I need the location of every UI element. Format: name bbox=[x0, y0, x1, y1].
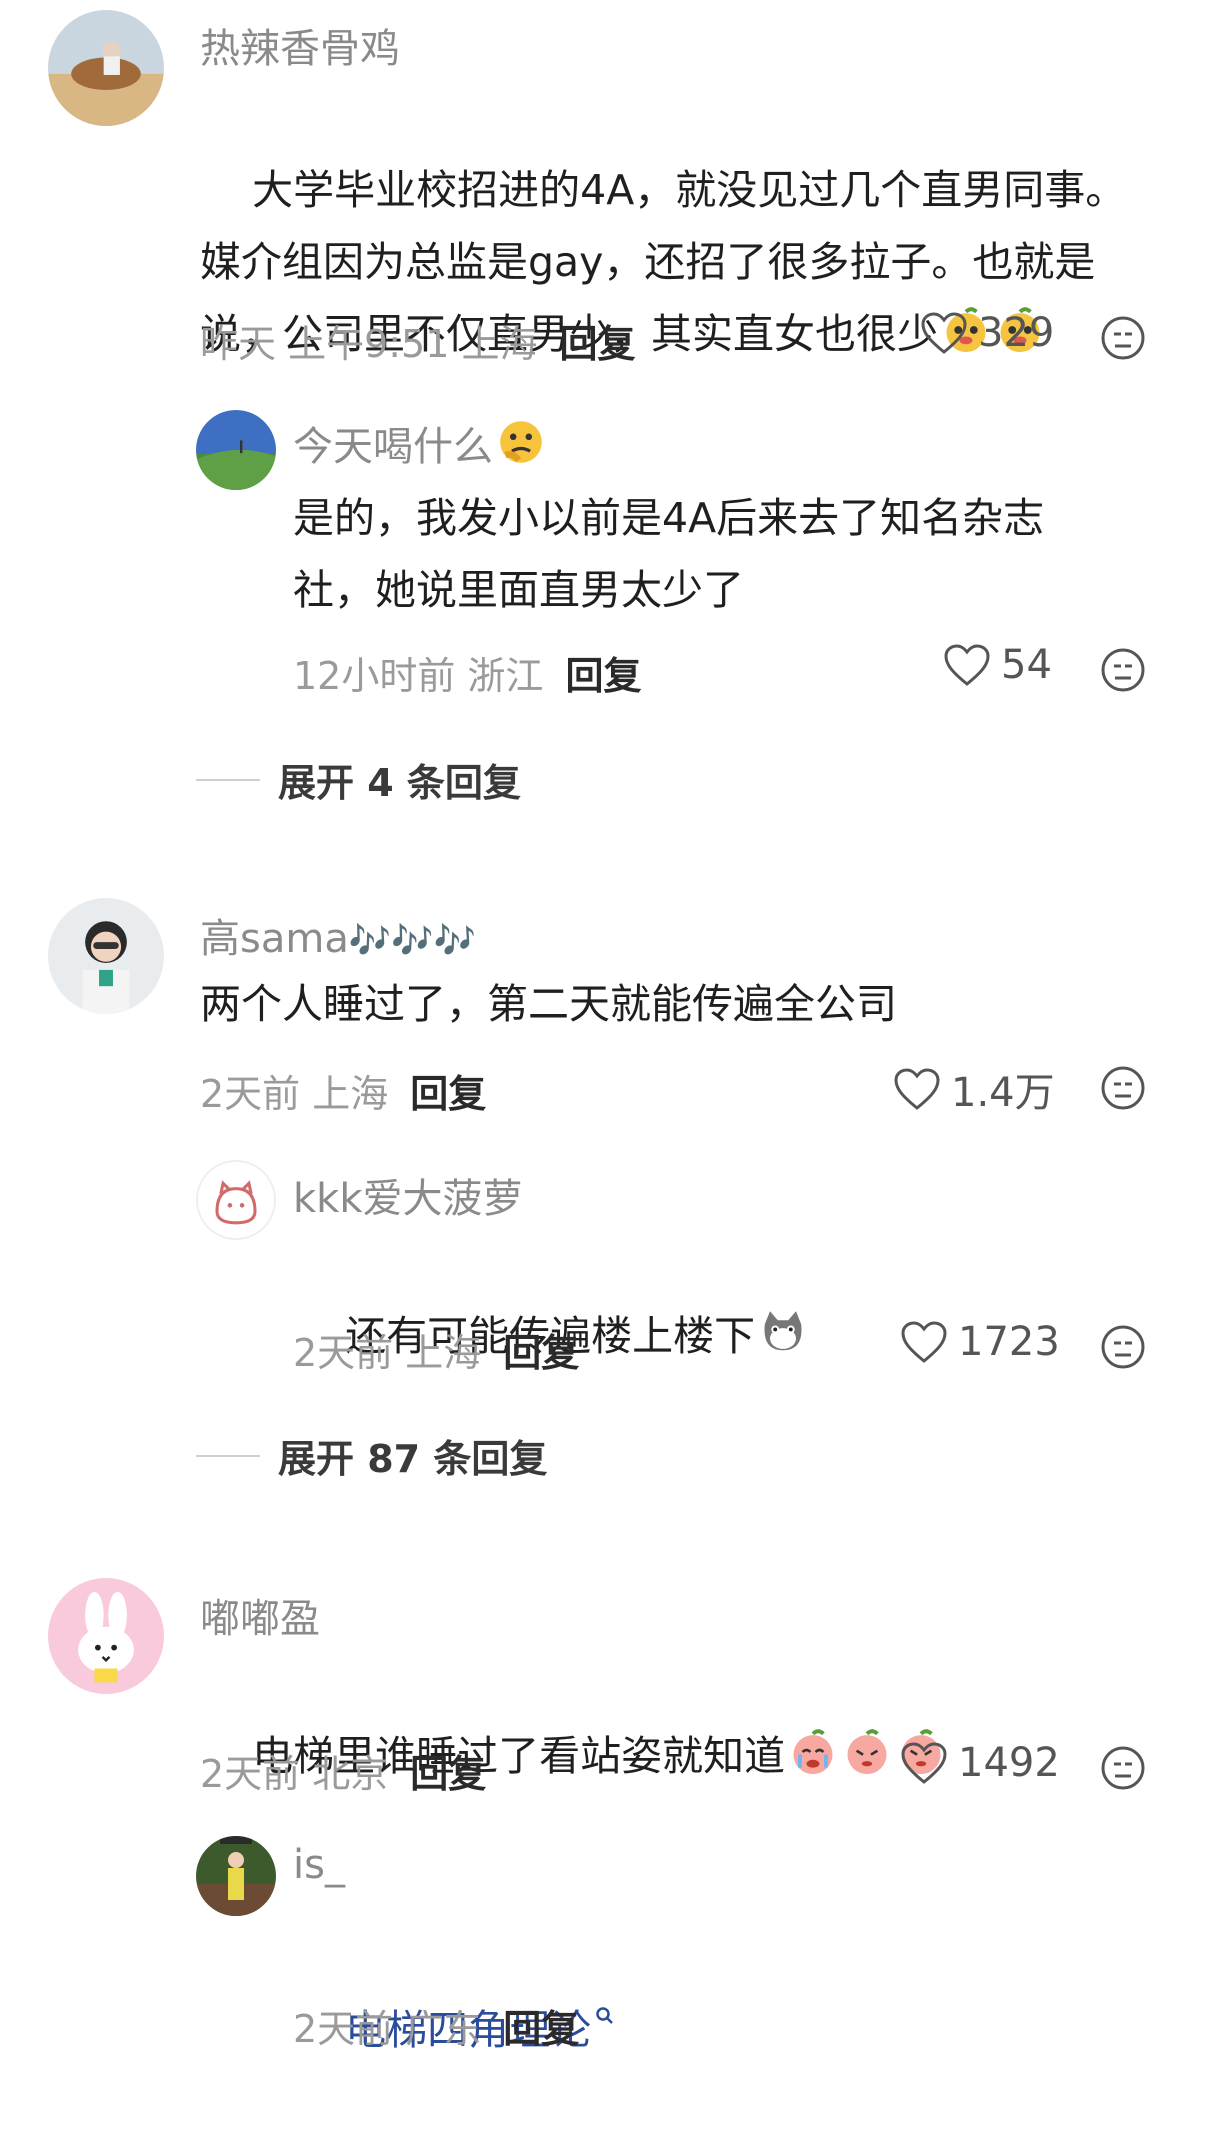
avatar[interactable] bbox=[48, 898, 164, 1014]
emoji-cat-icon bbox=[755, 1311, 809, 1360]
avatar[interactable] bbox=[48, 10, 164, 126]
avatar[interactable] bbox=[196, 1160, 276, 1240]
like-button[interactable]: 54 bbox=[943, 642, 1052, 688]
like-count: 1492 bbox=[958, 1740, 1060, 1786]
expand-replies-button[interactable]: 展开 4 条回复 bbox=[196, 752, 521, 807]
reply-button[interactable]: 回复 bbox=[503, 1331, 579, 1375]
meh-face-icon[interactable] bbox=[1100, 1065, 1146, 1111]
comment-text: 大学毕业校招进的4A，就没见过几个直男同事。 媒介组因为总监是gay，还招了很多… bbox=[200, 82, 1180, 442]
reply-author-name: 今天喝什么 bbox=[293, 424, 493, 470]
comment-time: 2天前 北京 bbox=[200, 1752, 389, 1796]
reply-meta: 2天前 广东 回复 bbox=[293, 1998, 579, 2053]
expand-replies-label: 展开 4 条回复 bbox=[278, 761, 521, 805]
divider-line bbox=[196, 778, 260, 781]
emoji-thinking-icon bbox=[493, 421, 547, 470]
meh-face-icon[interactable] bbox=[1100, 1745, 1146, 1791]
avatar[interactable] bbox=[48, 1578, 164, 1694]
reply-time: 2天前 广东 bbox=[293, 2007, 482, 2051]
comment-author[interactable]: 高sama🎶🎶🎶 bbox=[200, 906, 476, 964]
reply-author[interactable]: 今天喝什么 bbox=[293, 414, 547, 472]
comment-author[interactable]: 嘟嘟盈 bbox=[200, 1586, 320, 1644]
reply-meta: 12小时前 浙江 回复 bbox=[293, 645, 641, 700]
reply-meta: 2天前 上海 回复 bbox=[293, 1322, 579, 1377]
comment-meta: 2天前 上海 回复 bbox=[200, 1063, 486, 1118]
expand-replies-label: 展开 87 条回复 bbox=[278, 1437, 548, 1481]
divider-line bbox=[196, 1454, 260, 1457]
like-button[interactable]: 1723 bbox=[900, 1319, 1060, 1365]
comment-text: 两个人睡过了，第二天就能传遍全公司 bbox=[200, 980, 897, 1028]
music-notes-icon: 🎶🎶🎶 bbox=[348, 921, 476, 961]
reply-time: 2天前 上海 bbox=[293, 1331, 482, 1375]
comment-time: 昨天 上午9:51 上海 bbox=[200, 322, 538, 366]
search-icon[interactable] bbox=[595, 1976, 615, 2048]
like-button[interactable]: 1.4万 bbox=[893, 1060, 1055, 1118]
reply-time: 12小时前 浙江 bbox=[293, 654, 544, 698]
heart-outline-icon bbox=[894, 1068, 940, 1110]
meh-face-icon[interactable] bbox=[1100, 315, 1146, 361]
like-count: 329 bbox=[978, 310, 1055, 356]
reply-button[interactable]: 回复 bbox=[565, 654, 641, 698]
heart-outline-icon bbox=[901, 1742, 947, 1784]
comment-author-name: 高sama bbox=[200, 916, 349, 962]
like-count: 1.4万 bbox=[951, 1070, 1055, 1116]
reply-text: 是的，我发小以前是4A后来去了知名杂志 社，她说里面直男太少了 bbox=[293, 494, 1045, 614]
reply-button[interactable]: 回复 bbox=[560, 322, 636, 366]
like-count: 54 bbox=[1001, 642, 1052, 688]
meh-face-icon[interactable] bbox=[1100, 1324, 1146, 1370]
comment-author[interactable]: 热辣香骨鸡 bbox=[200, 16, 400, 74]
reply-author[interactable]: kkk爱大菠萝 bbox=[293, 1166, 523, 1224]
expand-replies-button[interactable]: 展开 87 条回复 bbox=[196, 1428, 547, 1483]
like-button[interactable]: 1492 bbox=[900, 1740, 1060, 1786]
reply-author[interactable]: is_ bbox=[293, 1842, 345, 1888]
avatar[interactable] bbox=[196, 410, 276, 490]
heart-outline-icon bbox=[921, 312, 967, 354]
comment-meta: 昨天 上午9:51 上海 回复 bbox=[200, 313, 636, 368]
comment-meta: 2天前 北京 回复 bbox=[200, 1743, 486, 1798]
heart-outline-icon bbox=[901, 1321, 947, 1363]
reply-button[interactable]: 回复 bbox=[410, 1072, 486, 1116]
like-count: 1723 bbox=[958, 1319, 1060, 1365]
reply-button[interactable]: 回复 bbox=[503, 2007, 579, 2051]
like-button[interactable]: 329 bbox=[920, 310, 1054, 356]
comment-time: 2天前 上海 bbox=[200, 1072, 389, 1116]
reply-button[interactable]: 回复 bbox=[410, 1752, 486, 1796]
avatar[interactable] bbox=[196, 1836, 276, 1916]
heart-outline-icon bbox=[944, 644, 990, 686]
meh-face-icon[interactable] bbox=[1100, 647, 1146, 693]
